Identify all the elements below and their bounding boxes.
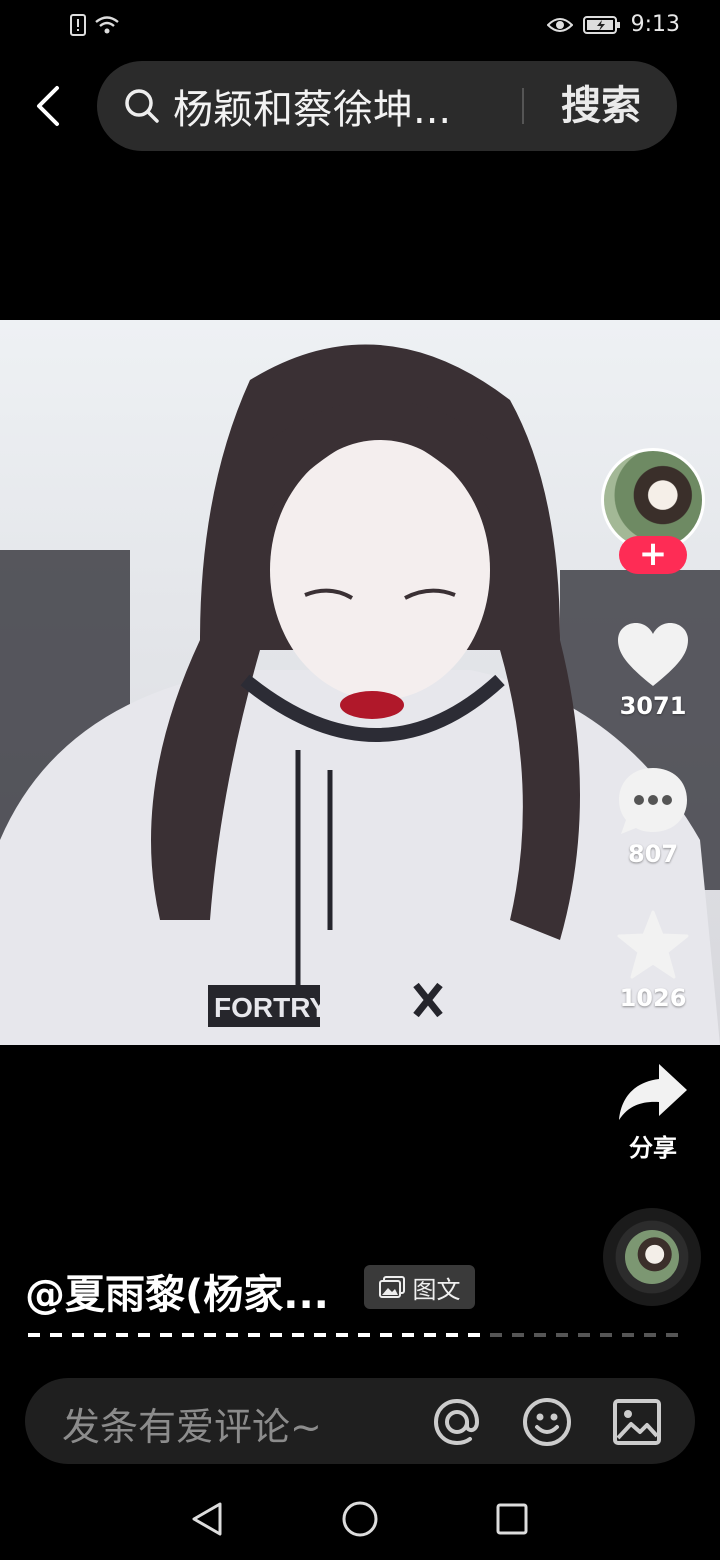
at-icon xyxy=(433,1398,480,1446)
mention-button[interactable] xyxy=(430,1395,484,1449)
progress-dash xyxy=(204,1333,216,1337)
progress-dash xyxy=(644,1333,656,1337)
share-arrow-icon xyxy=(619,1064,687,1120)
status-left xyxy=(70,14,120,36)
progress-dash xyxy=(468,1333,480,1337)
favorite-button[interactable]: 1026 xyxy=(603,910,703,1012)
nav-recents-button[interactable] xyxy=(487,1494,537,1544)
search-divider xyxy=(522,88,524,124)
triangle-back-icon xyxy=(192,1502,222,1536)
search-button[interactable]: 搜索 xyxy=(546,74,656,138)
progress-dash xyxy=(292,1333,304,1337)
comment-bubble-icon xyxy=(619,768,687,834)
alert-icon xyxy=(70,14,86,36)
comment-button[interactable]: 807 xyxy=(603,766,703,868)
chevron-left-icon xyxy=(37,86,59,126)
search-query[interactable]: 杨颖和蔡徐坤... xyxy=(173,77,493,135)
hoodie-print-text: FORTRY xyxy=(214,992,328,1023)
progress-dash xyxy=(270,1333,282,1337)
progress-dash xyxy=(50,1333,62,1337)
nav-home-button[interactable] xyxy=(335,1494,385,1544)
progress-dash xyxy=(28,1333,40,1337)
progress-dash xyxy=(424,1333,436,1337)
wifi-icon xyxy=(95,16,119,34)
favorite-count: 1026 xyxy=(619,984,687,1012)
progress-dash xyxy=(182,1333,194,1337)
progress-dash xyxy=(336,1333,348,1337)
progress-dash xyxy=(358,1333,370,1337)
back-button[interactable] xyxy=(26,80,70,132)
music-disc[interactable] xyxy=(603,1208,701,1306)
progress-dash xyxy=(94,1333,106,1337)
heart-icon xyxy=(618,623,688,686)
author-name[interactable]: @夏雨黎(杨家... xyxy=(25,1262,329,1320)
progress-dash xyxy=(226,1333,238,1337)
comment-count: 807 xyxy=(627,840,679,868)
status-bar: 9:13 xyxy=(0,0,720,56)
square-recents-icon xyxy=(496,1503,528,1535)
share-label: 分享 xyxy=(629,1134,677,1162)
star-icon xyxy=(617,910,689,979)
smiley-icon xyxy=(523,1398,571,1446)
progress-dash xyxy=(116,1333,128,1337)
emoji-button[interactable] xyxy=(520,1395,574,1449)
progress-dash xyxy=(138,1333,150,1337)
battery-icon xyxy=(582,15,620,34)
like-count: 3071 xyxy=(619,692,687,720)
tag-label: 图文 xyxy=(412,1275,461,1304)
image-upload-button[interactable] xyxy=(610,1395,664,1449)
share-button[interactable]: 分享 xyxy=(603,1062,703,1163)
circle-home-icon xyxy=(342,1501,378,1537)
progress-dash xyxy=(380,1333,392,1337)
progress-dash xyxy=(446,1333,458,1337)
carousel-progress xyxy=(28,1333,678,1337)
progress-dash xyxy=(248,1333,260,1337)
music-cover xyxy=(625,1230,679,1284)
image-icon xyxy=(378,1276,405,1298)
status-right: 9:13 xyxy=(546,12,680,37)
image-text-tag: 图文 xyxy=(364,1265,475,1309)
status-time: 9:13 xyxy=(630,12,680,37)
nav-back-button[interactable] xyxy=(182,1494,232,1544)
progress-dash xyxy=(600,1333,612,1337)
progress-dash xyxy=(666,1333,678,1337)
search-icon xyxy=(125,89,159,123)
comment-input-placeholder[interactable]: 发条有爱评论~ xyxy=(62,1396,322,1451)
progress-dash xyxy=(490,1333,502,1337)
picture-icon xyxy=(613,1399,661,1445)
progress-dash xyxy=(578,1333,590,1337)
progress-dash xyxy=(314,1333,326,1337)
progress-dash xyxy=(534,1333,546,1337)
progress-dash xyxy=(622,1333,634,1337)
progress-dash xyxy=(72,1333,84,1337)
eye-comfort-icon xyxy=(546,17,573,32)
like-button[interactable]: 3071 xyxy=(603,622,703,720)
progress-dash xyxy=(556,1333,568,1337)
follow-button[interactable]: + xyxy=(619,536,687,574)
progress-dash xyxy=(160,1333,172,1337)
progress-dash xyxy=(512,1333,524,1337)
progress-dash xyxy=(402,1333,414,1337)
